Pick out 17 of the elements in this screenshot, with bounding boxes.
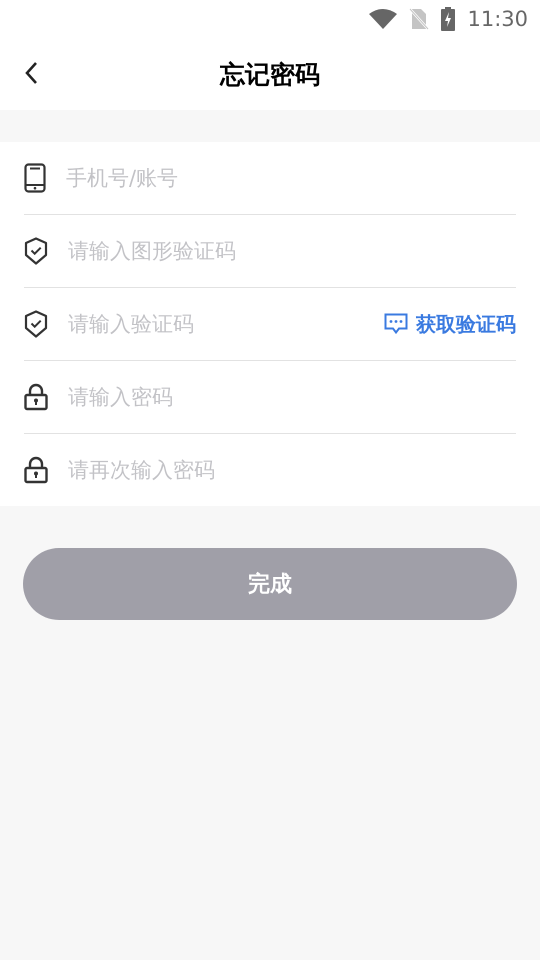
lock-icon xyxy=(24,383,48,411)
shield-check-icon xyxy=(24,237,48,265)
battery-charging-icon xyxy=(441,7,456,31)
page-title: 忘记密码 xyxy=(220,58,320,90)
input-field[interactable]: 请再次输入密码 xyxy=(68,458,516,482)
input-field[interactable]: 请输入图形验证码 xyxy=(68,239,516,263)
no-sim-icon xyxy=(409,8,430,30)
input-field[interactable]: 手机号/账号 xyxy=(66,166,516,190)
get-code-button[interactable]: 获取验证码 xyxy=(384,310,516,338)
status-time: 11:30 xyxy=(467,7,528,31)
message-icon xyxy=(384,313,408,335)
lock-icon xyxy=(24,456,48,484)
input-field[interactable]: 请输入密码 xyxy=(68,385,516,409)
input-field[interactable]: 请输入验证码 xyxy=(68,312,364,336)
shield-check-icon xyxy=(24,310,48,338)
wifi-icon xyxy=(369,9,398,29)
phone-icon xyxy=(24,163,46,193)
